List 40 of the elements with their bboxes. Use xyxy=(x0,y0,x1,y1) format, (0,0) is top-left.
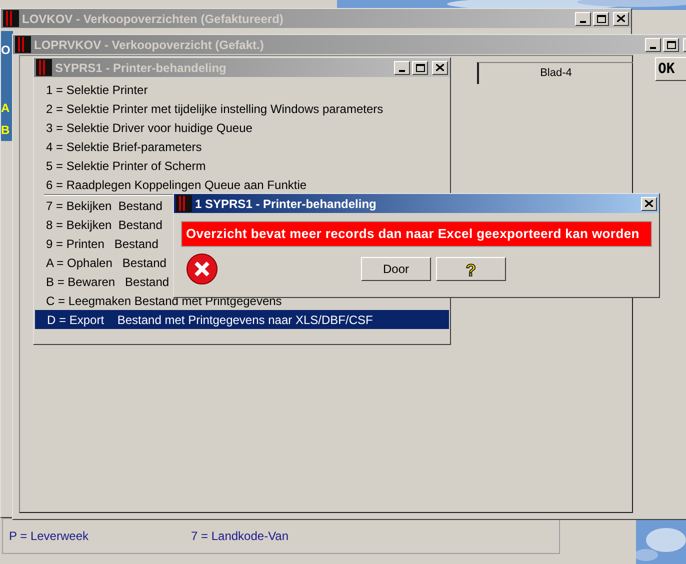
close-button[interactable] xyxy=(641,196,657,210)
window-title: LOPRVKOV - Verkoopoverzicht (Gefakt.) xyxy=(34,36,264,54)
maximize-button[interactable] xyxy=(412,60,428,74)
close-icon xyxy=(617,15,625,22)
legend-text: P = Leverweek xyxy=(9,528,90,545)
ok-button[interactable]: OK xyxy=(655,57,686,81)
window-title: SYPRS1 - Printer-behandeling xyxy=(55,60,226,76)
minimize-button[interactable] xyxy=(645,38,661,52)
menu-item[interactable]: 9 = Printen Bestand xyxy=(34,234,170,253)
close-button[interactable] xyxy=(613,12,629,26)
menu-item[interactable]: 4 = Selektie Brief-parameters xyxy=(34,137,214,156)
error-message: Overzicht bevat meer records dan naar Excel geexporteerd kan worden xyxy=(181,221,652,247)
window-title: LOVKOV - Verkoopoverzichten (Gefaktureerd) xyxy=(22,10,284,28)
label-fragment: O xyxy=(1,42,10,59)
close-icon xyxy=(436,64,444,71)
sheet-tab[interactable]: Blad-4 xyxy=(477,62,633,84)
menu-item[interactable]: 3 = Selektie Driver voor huidige Queue xyxy=(34,118,264,137)
close-icon xyxy=(645,200,653,207)
label-fragment: B xyxy=(1,122,10,139)
label-fragment: A xyxy=(1,100,10,117)
menu-item[interactable]: 8 = Bekijken Bestand xyxy=(34,215,174,234)
app-logo-icon xyxy=(3,10,19,27)
menu-item[interactable]: 1 = Selektie Printer xyxy=(34,80,160,99)
app-logo-icon xyxy=(36,59,52,76)
error-icon xyxy=(186,253,218,285)
menu-item[interactable]: 2 = Selektie Printer met tijdelijke instelling Windows parameters xyxy=(34,99,396,118)
app-logo-icon xyxy=(15,36,31,53)
window-title: 1 SYPRS1 - Printer-behandeling xyxy=(195,196,376,212)
maximize-button[interactable] xyxy=(663,38,679,52)
close-button[interactable] xyxy=(432,60,448,74)
minimize-button[interactable] xyxy=(575,12,591,26)
maximize-button[interactable] xyxy=(593,12,609,26)
app-logo-icon xyxy=(176,195,192,212)
door-button[interactable]: Door xyxy=(361,257,431,281)
menu-item[interactable]: 7 = Bekijken Bestand xyxy=(34,196,174,215)
menu-item[interactable]: 6 = Raadplegen Koppelingen Queue aan Funktie xyxy=(34,175,319,194)
menu-item[interactable]: 5 = Selektie Printer of Scherm xyxy=(34,156,218,175)
minimize-button[interactable] xyxy=(394,60,410,74)
legend-text: 7 = Landkode-Van xyxy=(191,528,289,545)
menu-item[interactable]: D = Export Bestand met Printgegevens naar XLS/DBF/CSF xyxy=(35,310,449,329)
